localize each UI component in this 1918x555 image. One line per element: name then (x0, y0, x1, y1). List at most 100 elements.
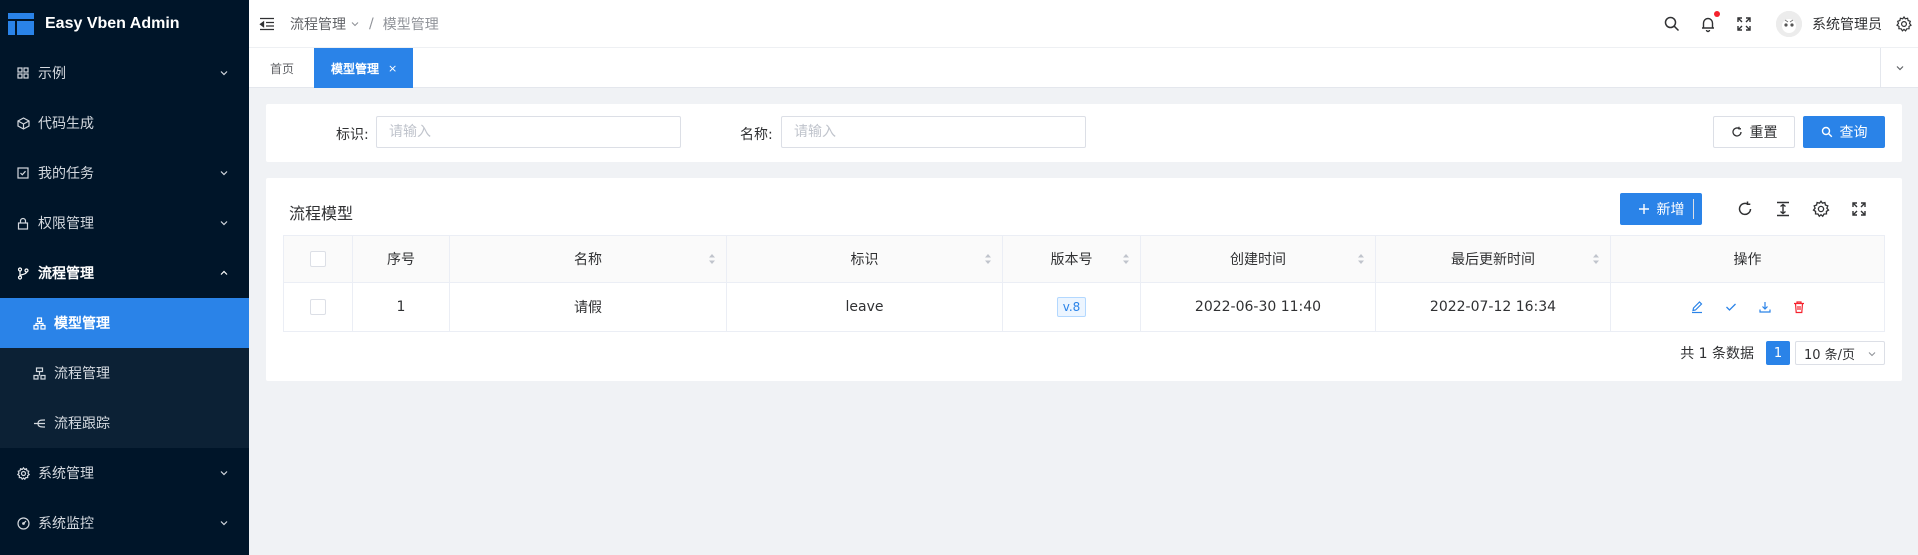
reload-icon (1731, 126, 1742, 137)
chevron-up-icon (220, 270, 228, 275)
grid-icon (16, 66, 30, 80)
reset-label: 重置 (1749, 125, 1778, 141)
sidebar-item-system[interactable]: 系统管理 (0, 448, 249, 498)
column-header-sortable[interactable]: 创建时间 (1141, 236, 1376, 282)
sidebar-subitem-label: 流程跟踪 (54, 416, 110, 432)
sidebar-item-examples[interactable]: 示例 (0, 48, 249, 98)
key-label: 标识: (336, 127, 369, 143)
sidebar-item-monitor[interactable]: 系统监控 (0, 498, 249, 548)
page-size-value: 10 条/页 (1804, 347, 1856, 363)
chevron-down-icon (220, 521, 228, 526)
tab-bar: 首页 模型管理 × (249, 48, 1918, 88)
toolbar-divider (1693, 199, 1694, 219)
delete-icon[interactable] (1792, 300, 1806, 314)
data-table: 序号 名称 标识 版本号 创建时间 最后更新时间 操作 1 请假 leave v… (283, 235, 1885, 332)
sidebar-item-label: 示例 (38, 66, 66, 82)
plus-icon (1638, 204, 1649, 214)
key-input[interactable] (376, 116, 681, 148)
column-height-icon[interactable] (1774, 200, 1792, 218)
sidebar-item-label: 权限管理 (38, 216, 94, 232)
branch-icon (16, 266, 30, 280)
pagination: 共 1 条数据 1 10 条/页 (1680, 341, 1885, 365)
dashboard-icon (16, 516, 30, 530)
chevron-down-icon (220, 221, 228, 226)
breadcrumb-separator: / (369, 15, 374, 32)
fullscreen-icon[interactable] (1735, 15, 1753, 33)
table-header: 序号 名称 标识 版本号 创建时间 最后更新时间 操作 (284, 236, 1884, 283)
notification-button[interactable] (1699, 11, 1720, 33)
edit-icon[interactable] (1690, 300, 1704, 314)
sidebar-item-tasks[interactable]: 我的任务 (0, 148, 249, 198)
search-icon[interactable] (1663, 15, 1681, 33)
user-name[interactable]: 系统管理员 (1812, 14, 1882, 34)
column-header: 操作 (1733, 252, 1762, 268)
tab-model-management[interactable]: 模型管理 × (314, 48, 413, 88)
column-header-sortable[interactable]: 标识 (727, 236, 1003, 282)
add-button[interactable]: 新增 (1620, 193, 1702, 225)
breadcrumb-parent[interactable]: 流程管理 (290, 14, 346, 34)
fullscreen-icon[interactable] (1850, 200, 1868, 218)
settings-icon[interactable] (1812, 200, 1830, 218)
breadcrumb-current: 模型管理 (382, 16, 439, 33)
sidebar-item-codegen[interactable]: 代码生成 (0, 98, 249, 148)
row-checkbox[interactable] (310, 299, 326, 315)
updated-cell: 2022-07-12 16:34 (1376, 283, 1611, 331)
sidebar-item-label: 代码生成 (38, 116, 94, 132)
search-icon (1821, 126, 1832, 138)
name-label: 名称: (740, 127, 773, 143)
close-icon[interactable]: × (388, 62, 397, 75)
select-cell (284, 283, 353, 331)
version-tag: v.8 (1056, 297, 1087, 317)
select-all-checkbox[interactable] (310, 251, 326, 267)
chevron-down-icon (1868, 352, 1876, 357)
sidebar-item-label: 系统监控 (38, 516, 94, 532)
app-logo[interactable]: Easy Vben Admin (0, 0, 249, 48)
sidebar-subitem-model[interactable]: 模型管理 (0, 298, 249, 348)
app-title: Easy Vben Admin (45, 15, 180, 32)
reload-icon[interactable] (1736, 200, 1754, 218)
code-icon (16, 116, 30, 130)
avatar[interactable] (1776, 11, 1802, 37)
column-header-sortable[interactable]: 版本号 (1003, 236, 1141, 282)
check-square-icon (16, 166, 30, 180)
key-cell: leave (727, 283, 1003, 331)
tab-home[interactable]: 首页 (270, 48, 294, 88)
sidebar-item-workflow[interactable]: 流程管理 (0, 248, 249, 298)
tab-label: 模型管理 (331, 61, 380, 76)
sidebar-subitem-tracking[interactable]: 流程跟踪 (0, 398, 249, 448)
page-size-select[interactable]: 10 条/页 (1795, 341, 1885, 365)
index-cell: 1 (353, 283, 450, 331)
notification-dot (1714, 11, 1720, 17)
column-header-sortable[interactable]: 最后更新时间 (1376, 236, 1611, 282)
reset-button[interactable]: 重置 (1713, 116, 1795, 148)
menu-fold-icon[interactable] (258, 15, 276, 33)
sidebar-item-permissions[interactable]: 权限管理 (0, 198, 249, 248)
tab-label: 首页 (270, 61, 295, 76)
version-cell: v.8 (1003, 283, 1141, 331)
download-icon[interactable] (1758, 300, 1772, 314)
sort-icon (1123, 254, 1129, 264)
chevron-down-icon[interactable] (350, 19, 360, 29)
add-label: 新增 (1656, 202, 1685, 218)
table-card: 流程模型 新增 序号 名称 标识 版本号 创建时间 最后更新时间 操作 1 请假… (266, 178, 1902, 381)
table-title: 流程模型 (289, 204, 354, 223)
query-button[interactable]: 查询 (1803, 116, 1885, 148)
sort-icon (1358, 254, 1364, 264)
page-1-button[interactable]: 1 (1766, 341, 1790, 365)
tab-menu-button[interactable] (1880, 48, 1918, 88)
search-form: 标识: 名称: 重置 查询 (266, 104, 1902, 162)
query-label: 查询 (1839, 125, 1868, 141)
name-cell: 请假 (450, 283, 727, 331)
check-icon[interactable] (1724, 300, 1738, 314)
name-input[interactable] (781, 116, 1086, 148)
chevron-down-icon (220, 71, 228, 76)
header-actions: 系统管理员 (1654, 0, 1918, 48)
sidebar: Easy Vben Admin 示例 代码生成 我的任务 权限管理 流程管理 模… (0, 0, 249, 555)
column-header-sortable[interactable]: 名称 (450, 236, 727, 282)
sidebar-subitem-workflow[interactable]: 流程管理 (0, 348, 249, 398)
chevron-down-icon (1896, 66, 1903, 71)
tree-icon (32, 366, 46, 380)
top-header: 流程管理 / 模型管理 系统管理员 (249, 0, 1918, 48)
settings-icon[interactable] (1896, 16, 1912, 32)
sort-icon (709, 254, 715, 264)
